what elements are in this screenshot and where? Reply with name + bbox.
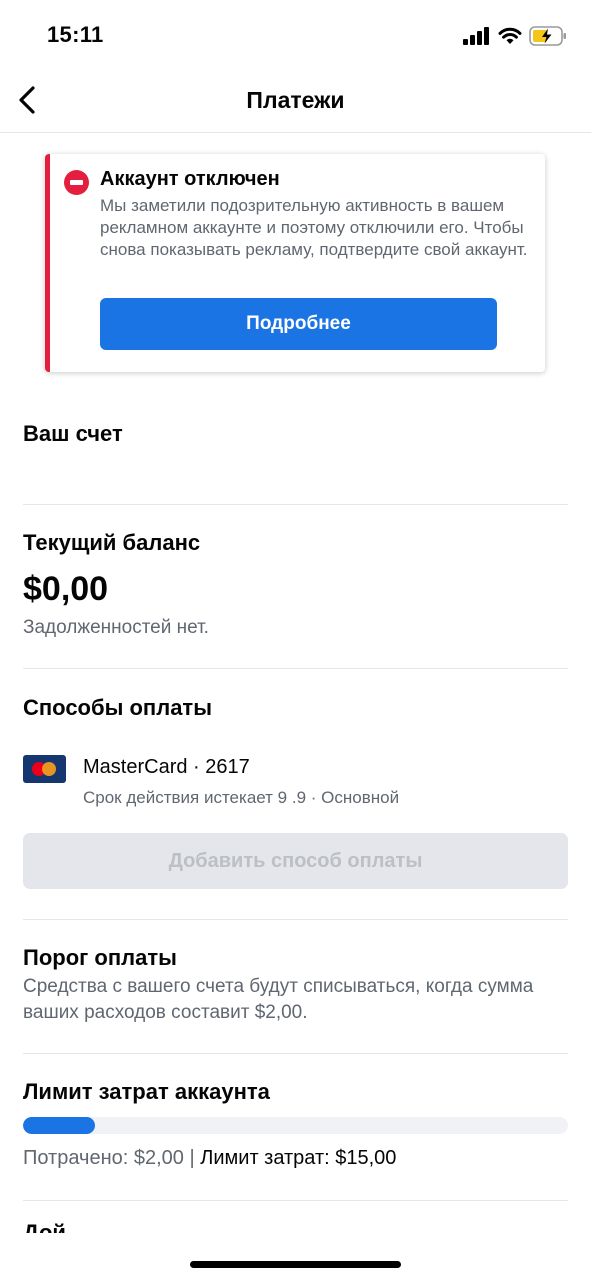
payment-methods-title: Способы оплаты [23, 695, 212, 720]
cellular-signal-icon [463, 27, 489, 45]
navigation-bar: Платежи [0, 70, 591, 133]
status-time: 15:11 [47, 22, 104, 47]
status-bar: 15:11 [0, 0, 591, 70]
billing-threshold-description: Средства с вашего счета будут списыватьс… [23, 976, 534, 1023]
divider [23, 919, 568, 920]
alert-title: Аккаунт отключен [100, 168, 280, 190]
learn-more-button[interactable]: Подробнее [100, 298, 497, 350]
blocked-icon [64, 170, 89, 195]
divider [23, 1053, 568, 1054]
divider [23, 668, 568, 669]
balance-section-title: Текущий баланс [23, 530, 201, 555]
next-section-title-partial: Дой [23, 1220, 66, 1233]
billing-threshold-title: Порог оплаты [23, 945, 177, 970]
balance-amount: $0,00 [23, 570, 109, 608]
spending-progress-fill [23, 1117, 96, 1134]
battery-charging-icon [529, 26, 566, 46]
add-payment-method-button[interactable]: Добавить способ оплаты [23, 833, 568, 889]
page-title: Платежи [246, 87, 345, 113]
wifi-icon [498, 27, 522, 44]
spent-amount: Потрачено: $2,00 | [23, 1147, 195, 1169]
divider [23, 1200, 568, 1201]
divider [23, 504, 568, 505]
balance-note: Задолженностей нет. [23, 617, 209, 638]
alert-body: Мы заметили подозрительную активность в … [100, 196, 528, 259]
account-disabled-alert: Аккаунт отключен Мы заметили подозритель… [45, 154, 545, 372]
home-indicator [190, 1261, 401, 1268]
account-section-title: Ваш счет [23, 421, 123, 446]
card-name[interactable]: MasterCard · 2617 [83, 756, 250, 779]
spending-progress-bar [23, 1117, 568, 1134]
status-icons [463, 24, 567, 48]
mastercard-icon [23, 755, 66, 783]
spending-summary: Потрачено: $2,00 | Лимит затрат: $15,00 [23, 1147, 396, 1170]
spending-limit-title: Лимит затрат аккаунта [23, 1079, 270, 1104]
spending-limit-amount: Лимит затрат: $15,00 [200, 1147, 397, 1169]
card-details: Срок действия истекает 9 ⁠⁠.⁠9 · Основно… [83, 788, 400, 807]
